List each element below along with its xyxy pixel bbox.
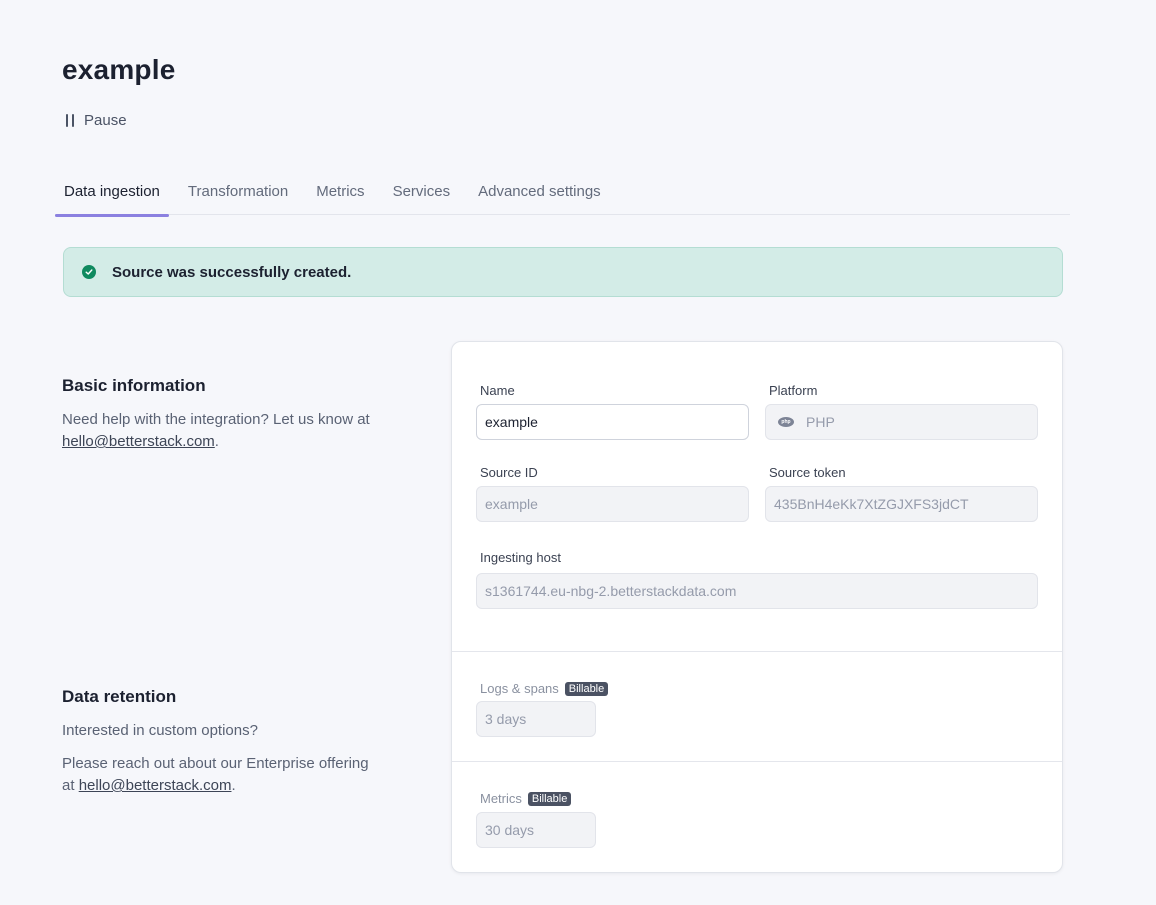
source-token-label: Source token xyxy=(769,465,846,480)
platform-select: php PHP xyxy=(765,404,1038,440)
check-circle-icon xyxy=(82,265,96,279)
source-id-field: example xyxy=(476,486,749,522)
basic-info-text: Need help with the integration? Let us k… xyxy=(62,411,370,428)
billable-badge: Billable xyxy=(564,682,609,696)
logs-spans-label: Logs & spans Billable xyxy=(480,681,609,696)
alert-message: Source was successfully created. xyxy=(112,263,352,281)
enterprise-email-link[interactable]: hello@betterstack.com xyxy=(79,777,232,794)
billable-badge: Billable xyxy=(527,792,572,806)
source-settings-card: Name example Platform php PHP Source ID … xyxy=(451,341,1063,873)
basic-info-description: Need help with the integration? Let us k… xyxy=(62,409,382,453)
metrics-retention-select: 30 days xyxy=(476,812,596,848)
retention-description-2: Please reach out about our Enterprise of… xyxy=(62,753,382,797)
logs-retention-select: 3 days xyxy=(476,701,596,737)
tab-services[interactable]: Services xyxy=(384,176,460,215)
pause-label: Pause xyxy=(84,112,127,129)
retention-suffix: . xyxy=(231,777,236,794)
metrics-text: Metrics xyxy=(480,791,522,806)
ingesting-host-field[interactable]: s1361744.eu-nbg-2.betterstackdata.com xyxy=(476,573,1038,609)
ingesting-host-label: Ingesting host xyxy=(480,550,561,565)
source-id-label: Source ID xyxy=(480,465,538,480)
card-divider xyxy=(452,761,1062,762)
logs-spans-text: Logs & spans xyxy=(480,681,559,696)
php-icon: php xyxy=(778,417,794,427)
retention-description-1: Interested in custom options? xyxy=(62,722,258,739)
platform-label: Platform xyxy=(769,383,818,398)
retention-title: Data retention xyxy=(62,687,177,706)
tab-bar: Data ingestion Transformation Metrics Se… xyxy=(55,176,1070,217)
page-title: example xyxy=(62,54,176,85)
tab-data-ingestion[interactable]: Data ingestion xyxy=(55,176,169,217)
support-email-link[interactable]: hello@betterstack.com xyxy=(62,433,215,450)
tab-metrics[interactable]: Metrics xyxy=(307,176,373,215)
basic-info-title: Basic information xyxy=(62,376,206,395)
source-token-field[interactable]: 435BnH4eKk7XtZGJXFS3jdCT xyxy=(765,486,1038,522)
card-divider xyxy=(452,651,1062,652)
platform-value: PHP xyxy=(806,414,835,430)
pause-button[interactable]: Pause xyxy=(66,112,127,129)
name-input[interactable]: example xyxy=(476,404,749,440)
tab-transformation[interactable]: Transformation xyxy=(179,176,297,215)
tab-advanced-settings[interactable]: Advanced settings xyxy=(469,176,610,215)
name-label: Name xyxy=(480,383,515,398)
metrics-label: Metrics Billable xyxy=(480,791,572,806)
basic-info-suffix: . xyxy=(214,433,219,450)
success-alert: Source was successfully created. xyxy=(63,247,1063,297)
pause-icon xyxy=(66,114,74,127)
